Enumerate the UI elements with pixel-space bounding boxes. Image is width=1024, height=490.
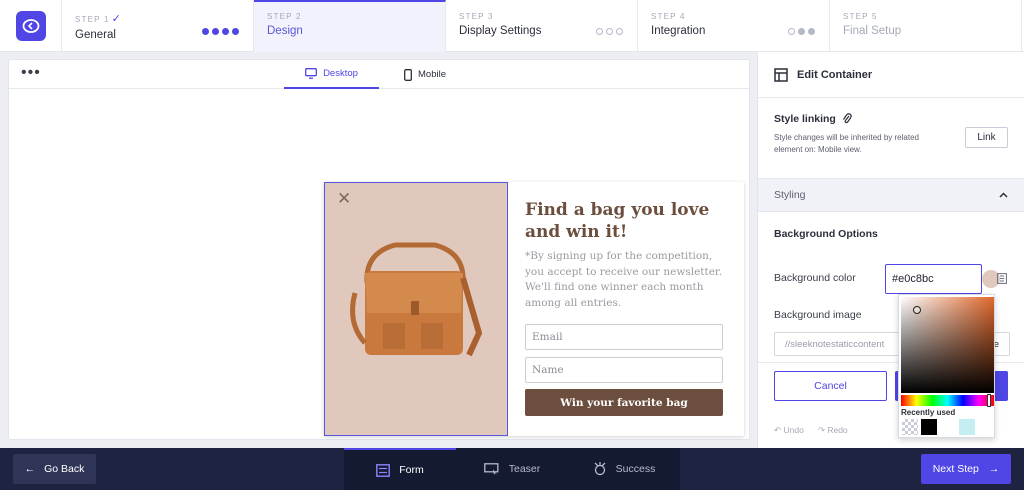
bottom-bar: ← Go Back Form Teaser Success Next Step … bbox=[0, 448, 1024, 490]
undo-icon: ↶ bbox=[774, 425, 782, 435]
app-logo[interactable] bbox=[0, 0, 62, 52]
more-options-icon[interactable]: ••• bbox=[21, 64, 41, 82]
step-name: Final Setup bbox=[843, 25, 902, 37]
background-image-label: Background image bbox=[774, 309, 862, 321]
styling-label: Styling bbox=[774, 189, 806, 201]
paperclip-icon bbox=[842, 113, 852, 124]
redo-button[interactable]: ↷ Redo bbox=[818, 425, 848, 436]
step-progress-dots bbox=[202, 28, 239, 35]
arrow-left-icon: ← bbox=[24, 463, 36, 475]
recent-color-light-cyan[interactable] bbox=[959, 419, 975, 435]
step-number: STEP 2 bbox=[267, 12, 302, 21]
go-back-button[interactable]: ← Go Back bbox=[13, 454, 96, 484]
tab-desktop[interactable]: Desktop bbox=[284, 60, 379, 89]
next-step-button[interactable]: Next Step → bbox=[921, 454, 1011, 484]
color-picker[interactable]: Recently used bbox=[898, 294, 995, 438]
style-linking-label: Style linking bbox=[774, 113, 836, 125]
popup-image-container[interactable]: ✕ bbox=[324, 182, 508, 436]
style-linking-note: Style changes will be inherited by relat… bbox=[774, 133, 919, 154]
recent-color-white[interactable] bbox=[940, 419, 956, 435]
tab-label: Teaser bbox=[508, 463, 541, 475]
redo-label: Redo bbox=[827, 425, 848, 435]
tab-success[interactable]: Success bbox=[568, 448, 680, 490]
submit-button[interactable]: Win your favorite bag bbox=[525, 389, 723, 416]
success-icon bbox=[594, 462, 606, 476]
recently-used-label: Recently used bbox=[901, 408, 956, 417]
logo-icon bbox=[15, 11, 46, 41]
step-number: STEP 4 bbox=[651, 12, 686, 21]
step-progress-dots bbox=[596, 28, 623, 35]
email-field[interactable]: Email bbox=[525, 324, 723, 350]
step-number: STEP 1 bbox=[75, 15, 110, 24]
recent-colors bbox=[902, 419, 975, 435]
teaser-icon bbox=[483, 462, 499, 475]
bag-image bbox=[350, 242, 483, 357]
canvas-header: ••• Desktop Mobile bbox=[9, 60, 749, 89]
recent-color-black[interactable] bbox=[921, 419, 937, 435]
step-design[interactable]: STEP 2 Design bbox=[254, 0, 446, 52]
tab-teaser[interactable]: Teaser bbox=[456, 448, 568, 490]
form-icon bbox=[376, 463, 391, 477]
popup-preview[interactable]: ✕ Find a bag you love and win it! *By si… bbox=[324, 182, 744, 436]
desktop-icon bbox=[305, 68, 318, 79]
next-step-label: Next Step bbox=[932, 463, 979, 475]
background-image-url: //sleeknotestaticcontent bbox=[785, 339, 885, 350]
background-color-input[interactable]: #e0c8bc bbox=[885, 264, 982, 294]
popup-description: *By signing up for the competition, you … bbox=[525, 250, 723, 309]
step-display-settings[interactable]: STEP 3 Display Settings bbox=[446, 0, 638, 52]
name-field[interactable]: Name bbox=[525, 357, 723, 383]
hue-slider[interactable] bbox=[901, 395, 994, 406]
redo-icon: ↷ bbox=[817, 425, 825, 435]
color-format-icon[interactable] bbox=[997, 273, 1007, 284]
tab-label: Desktop bbox=[323, 68, 358, 79]
tab-label: Form bbox=[399, 464, 424, 476]
container-icon bbox=[774, 67, 788, 82]
check-icon: ✓ bbox=[111, 13, 123, 25]
background-options-heading: Background Options bbox=[774, 228, 878, 240]
tab-form[interactable]: Form bbox=[344, 448, 456, 490]
mobile-icon bbox=[404, 68, 412, 81]
popup-title: Find a bag you love and win it! bbox=[525, 200, 710, 242]
tab-label: Mobile bbox=[418, 69, 446, 80]
step-number: STEP 3 bbox=[459, 12, 494, 21]
step-name: Design bbox=[267, 25, 303, 37]
undo-label: Undo bbox=[783, 425, 804, 435]
steps-bar: STEP 1 ✓ General STEP 2 Design STEP 3 Dis… bbox=[0, 0, 1024, 52]
step-integration[interactable]: STEP 4 Integration bbox=[638, 0, 830, 52]
design-canvas: ••• Desktop Mobile ✕ Find a bag you love… bbox=[8, 59, 750, 440]
recent-color-transparent[interactable] bbox=[902, 419, 918, 435]
undo-button[interactable]: ↶ Undo bbox=[774, 425, 804, 436]
panel-title: Edit Container bbox=[797, 68, 873, 81]
step-general[interactable]: STEP 1 ✓ General bbox=[62, 0, 254, 52]
step-final-setup[interactable]: STEP 5 Final Setup bbox=[830, 0, 1022, 52]
step-progress-dots bbox=[788, 28, 815, 35]
tab-mobile[interactable]: Mobile bbox=[404, 60, 446, 89]
chevron-up-icon bbox=[999, 192, 1008, 198]
go-back-label: Go Back bbox=[44, 463, 85, 475]
background-color-label: Background color bbox=[774, 272, 856, 284]
mode-tabs: Form Teaser Success bbox=[344, 448, 680, 490]
link-button[interactable]: Link bbox=[965, 127, 1008, 148]
cancel-button[interactable]: Cancel bbox=[774, 371, 887, 401]
styling-section-header[interactable]: Styling bbox=[758, 178, 1024, 212]
color-picker-knob[interactable] bbox=[913, 306, 921, 314]
step-number: STEP 5 bbox=[843, 12, 878, 21]
hue-slider-handle[interactable] bbox=[987, 394, 991, 407]
tab-label: Success bbox=[615, 463, 656, 475]
arrow-right-icon: → bbox=[988, 463, 1000, 475]
